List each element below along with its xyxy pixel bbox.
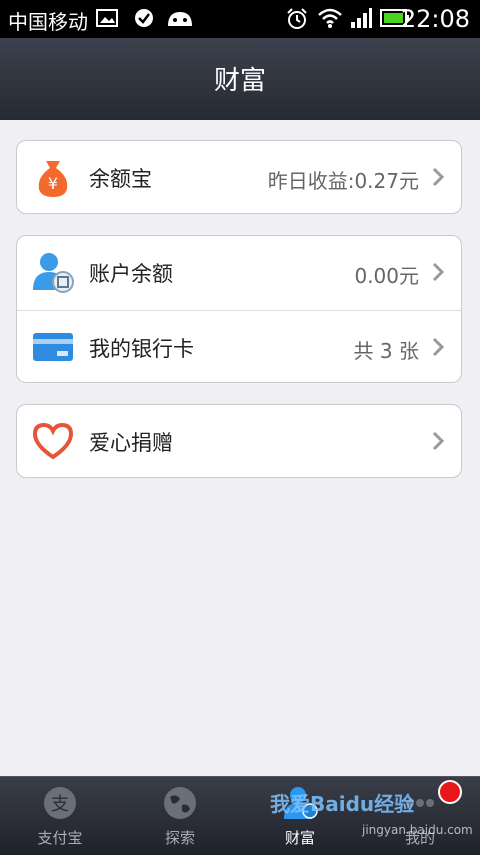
check-notification-icon bbox=[135, 9, 153, 27]
notification-badge bbox=[438, 780, 462, 804]
bank-card-row[interactable]: 我的银行卡 共 3 张 bbox=[17, 311, 461, 382]
chevron-right-icon bbox=[432, 167, 445, 187]
alipay-logo-icon: 支 bbox=[44, 787, 76, 819]
user-balance-icon bbox=[33, 253, 74, 293]
chevron-right-icon bbox=[432, 431, 445, 451]
yuebao-label: 余额宝 bbox=[89, 167, 152, 191]
wifi-icon bbox=[318, 8, 342, 28]
image-notification-icon bbox=[96, 9, 118, 27]
status-bar: 中国移动 22:08 bbox=[0, 0, 480, 38]
alarm-icon bbox=[287, 8, 307, 29]
android-notification-icon bbox=[168, 12, 192, 26]
signal-icon bbox=[351, 8, 372, 28]
globe-icon bbox=[164, 787, 196, 819]
bank-card-label: 我的银行卡 bbox=[89, 337, 194, 361]
heart-icon bbox=[32, 422, 74, 460]
tab-wealth-label: 财富 bbox=[284, 829, 315, 847]
page-title: 财富 bbox=[213, 66, 266, 96]
tab-alipay[interactable]: 支 支付宝 bbox=[0, 777, 120, 855]
account-balance-label: 账户余额 bbox=[89, 262, 173, 286]
charity-row[interactable]: 爱心捐赠 bbox=[17, 405, 461, 477]
account-card: 账户余额 0.00元 我的银行卡 共 3 张 bbox=[16, 235, 462, 383]
chevron-right-icon bbox=[432, 337, 445, 357]
chevron-right-icon bbox=[432, 262, 445, 282]
bank-card-count: 共 3 张 bbox=[353, 339, 419, 363]
account-balance-value: 0.00元 bbox=[354, 264, 419, 288]
charity-card: 爱心捐赠 bbox=[16, 404, 462, 478]
title-bar: 财富 bbox=[0, 38, 480, 120]
svg-text:¥: ¥ bbox=[48, 174, 58, 193]
bank-card-icon bbox=[33, 333, 73, 361]
yuebao-yesterday-earnings: 昨日收益:0.27元 bbox=[267, 169, 419, 193]
tab-explore[interactable]: 探索 bbox=[120, 777, 240, 855]
charity-label: 爱心捐赠 bbox=[89, 431, 173, 455]
clock: 22:08 bbox=[400, 5, 470, 33]
money-bag-icon: ¥ bbox=[38, 161, 68, 197]
tab-explore-label: 探索 bbox=[164, 829, 195, 847]
tab-alipay-label: 支付宝 bbox=[37, 829, 83, 847]
watermark: 我爱Baidu经验 bbox=[270, 792, 415, 816]
account-balance-row[interactable]: 账户余额 0.00元 bbox=[17, 236, 461, 308]
watermark-url: jingyan.baidu.com bbox=[362, 823, 473, 837]
yuebao-row[interactable]: ¥ 余额宝 昨日收益:0.27元 bbox=[17, 141, 461, 213]
yuebao-card: ¥ 余额宝 昨日收益:0.27元 bbox=[16, 140, 462, 214]
svg-text:支: 支 bbox=[51, 794, 69, 815]
carrier-name: 中国移动 bbox=[8, 10, 88, 34]
